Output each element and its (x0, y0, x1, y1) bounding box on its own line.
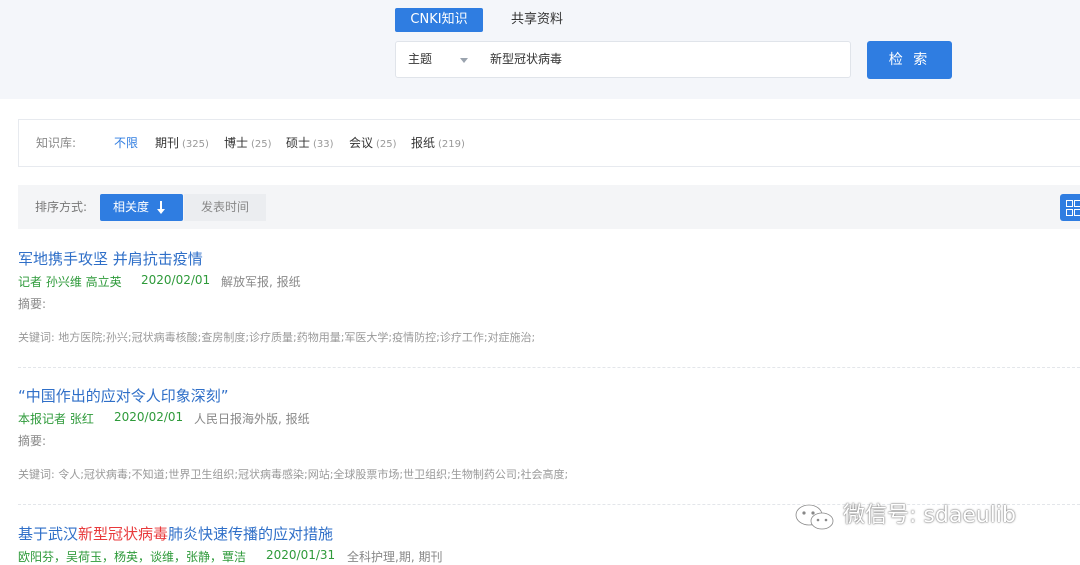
grid-view-icon[interactable] (1060, 194, 1080, 221)
result-keywords: 关键词: 令人;冠状病毒;不知道;世界卫生组织;冠状病毒感染;网站;全球股票市场… (18, 468, 569, 481)
sort-label: 排序方式: (35, 200, 88, 214)
result-title[interactable]: 基于武汉新型冠状病毒肺炎快速传播的应对措施 (18, 523, 333, 544)
tab-shared-materials[interactable]: 共享资料 (505, 8, 569, 32)
tab-cnki-knowledge[interactable]: CNKI知识 (395, 8, 483, 32)
result-title[interactable]: 军地携手攻坚 并肩抗击疫情 (18, 248, 203, 269)
divider (18, 367, 1080, 368)
kb-item-doctoral[interactable]: 博士 (25) (224, 120, 272, 168)
result-authors[interactable]: 本报记者 张红 (18, 412, 94, 426)
search-box: 主题 新型冠状病毒 (395, 41, 851, 78)
arrow-down-icon (157, 201, 165, 214)
sort-bar: 排序方式: 相关度 发表时间 (18, 185, 1080, 229)
result-abstract-label: 摘要: (18, 297, 47, 311)
result-keywords: 关键词: 地方医院;孙兴;冠状病毒核酸;查房制度;诊疗质量;药物用量;军医大学;… (18, 331, 536, 344)
result-title-highlight: 新型冠状病毒 (78, 525, 169, 543)
kb-item-master[interactable]: 硕士 (33) (286, 120, 334, 168)
sort-date-button[interactable]: 发表时间 (184, 194, 266, 221)
watermark-text: 微信号: sdaeulib (843, 503, 1016, 528)
kb-item-all[interactable]: 不限 (114, 120, 138, 166)
search-field-select[interactable]: 主题 (408, 42, 432, 77)
kb-label: 知识库: (36, 136, 77, 150)
sort-relevance-label: 相关度 (113, 200, 150, 214)
search-button[interactable]: 检 索 (867, 41, 952, 79)
result-source[interactable]: 人民日报海外版, 报纸 (194, 410, 310, 427)
kb-item-newspaper[interactable]: 报纸 (219) (411, 120, 465, 168)
kb-item-journal[interactable]: 期刊 (325) (155, 120, 209, 168)
result-source[interactable]: 解放军报, 报纸 (221, 273, 301, 290)
result-authors[interactable]: 欧阳芬，吴荷玉，杨英，谈维，张静，覃洁 (18, 550, 246, 564)
result-date: 2020/01/31 (266, 548, 336, 562)
search-input[interactable]: 新型冠状病毒 (490, 42, 562, 77)
wechat-icon (794, 503, 834, 530)
result-authors[interactable]: 记者 孙兴维 高立英 (18, 275, 122, 289)
result-meta: 记者 孙兴维 高立英 2020/02/01 解放军报, 报纸 (18, 273, 301, 290)
result-title[interactable]: “中国作出的应对令人印象深刻” (18, 385, 229, 406)
result-meta: 欧阳芬，吴荷玉，杨英，谈维，张静，覃洁 2020/01/31 全科护理,期, 期… (18, 548, 442, 565)
sort-relevance-button[interactable]: 相关度 (100, 194, 183, 221)
chevron-down-icon[interactable] (460, 58, 468, 63)
result-meta: 本报记者 张红 2020/02/01 人民日报海外版, 报纸 (18, 410, 310, 427)
search-header: CNKI知识 共享资料 主题 新型冠状病毒 检 索 (0, 0, 1080, 99)
result-abstract-label: 摘要: (18, 434, 47, 448)
kb-item-conference[interactable]: 会议 (25) (349, 120, 397, 168)
knowledge-base-filter: 知识库: 不限 期刊 (325) 博士 (25) 硕士 (33) 会议 (25) 报纸(… (18, 119, 1080, 167)
result-date: 2020/02/01 (141, 273, 211, 287)
result-source[interactable]: 全科护理,期, 期刊 (347, 548, 442, 565)
result-date: 2020/02/01 (114, 410, 184, 424)
